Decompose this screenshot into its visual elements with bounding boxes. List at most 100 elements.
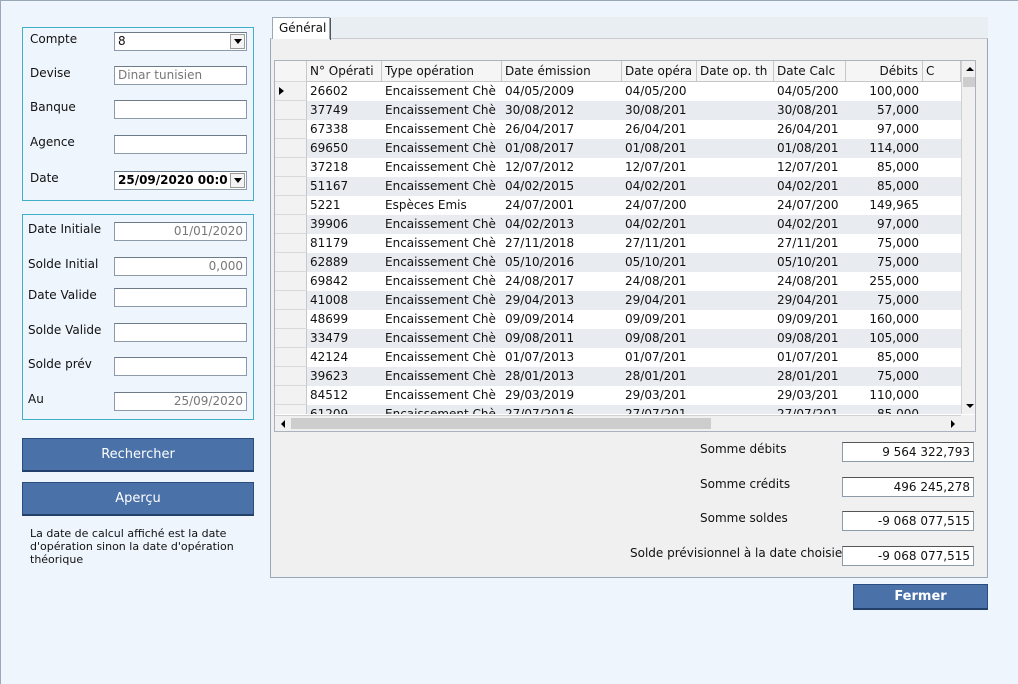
scroll-down-arrow[interactable] bbox=[962, 398, 975, 413]
solde-valide-field[interactable] bbox=[114, 323, 247, 342]
date-label: Date bbox=[30, 171, 59, 185]
chevron-down-icon[interactable] bbox=[230, 173, 245, 188]
cell-date-operation: 24/07/200 bbox=[622, 196, 697, 215]
table-row[interactable]: 26602 Encaissement Chè 04/05/2009 04/05/200… bbox=[275, 82, 961, 101]
cell-date-calc: 04/05/200 bbox=[774, 82, 846, 101]
cell-date-calc: 29/03/201 bbox=[774, 386, 846, 405]
cell-type-operation: Espèces Emis bbox=[382, 196, 502, 215]
row-header[interactable] bbox=[275, 291, 307, 310]
header-col-debits[interactable]: Débits bbox=[846, 61, 923, 82]
banque-label: Banque bbox=[30, 100, 76, 114]
grid-header: N° Opérati Type opération Date émission Dat… bbox=[275, 61, 961, 82]
date-valide-field[interactable] bbox=[114, 288, 247, 307]
row-header[interactable] bbox=[275, 386, 307, 405]
balances-panel: Date Initiale 01/01/2020 Solde Initial 0… bbox=[22, 214, 254, 420]
banque-field[interactable] bbox=[114, 100, 247, 119]
preview-button[interactable]: Aperçu bbox=[22, 482, 254, 516]
header-col-date-op-theorique[interactable]: Date op. th bbox=[697, 61, 774, 82]
cell-num-operation: 48699 bbox=[307, 310, 382, 329]
table-row[interactable]: 69842 Encaissement Chè 24/08/2017 24/08/201… bbox=[275, 272, 961, 291]
cell-credits bbox=[923, 310, 961, 329]
cell-date-op-theorique bbox=[697, 348, 774, 367]
table-row[interactable]: 33479 Encaissement Chè 09/08/2011 09/08/201… bbox=[275, 329, 961, 348]
cell-num-operation: 33479 bbox=[307, 329, 382, 348]
header-col-num-operation[interactable]: N° Opérati bbox=[307, 61, 382, 82]
table-row[interactable]: 41008 Encaissement Chè 29/04/2013 29/04/201… bbox=[275, 291, 961, 310]
cell-date-op-theorique bbox=[697, 158, 774, 177]
chevron-down-icon[interactable] bbox=[230, 34, 245, 49]
row-header[interactable] bbox=[275, 234, 307, 253]
header-col-credits[interactable]: C bbox=[923, 61, 961, 82]
row-header[interactable] bbox=[275, 329, 307, 348]
cell-date-operation: 27/07/201 bbox=[622, 405, 697, 414]
row-header[interactable] bbox=[275, 310, 307, 329]
date-initiale-field[interactable]: 01/01/2020 bbox=[114, 222, 247, 241]
table-row[interactable]: 51167 Encaissement Chè 04/02/2015 04/02/201… bbox=[275, 177, 961, 196]
table-row[interactable]: 62889 Encaissement Chè 05/10/2016 05/10/201… bbox=[275, 253, 961, 272]
somme-soldes-field[interactable]: -9 068 077,515 bbox=[842, 511, 974, 531]
row-header[interactable] bbox=[275, 196, 307, 215]
row-header[interactable] bbox=[275, 120, 307, 139]
devise-field[interactable]: Dinar tunisien bbox=[114, 66, 247, 85]
search-button[interactable]: Rechercher bbox=[22, 438, 254, 472]
table-row[interactable]: 37749 Encaissement Chè 30/08/2012 30/08/201… bbox=[275, 101, 961, 120]
header-col-date-emission[interactable]: Date émission bbox=[502, 61, 622, 82]
solde-initial-label: Solde Initial bbox=[28, 257, 99, 271]
somme-credits-field[interactable]: 496 245,278 bbox=[842, 477, 974, 497]
cell-date-op-theorique bbox=[697, 329, 774, 348]
header-col-date-operation[interactable]: Date opéra bbox=[622, 61, 697, 82]
row-header[interactable] bbox=[275, 139, 307, 158]
solde-initial-field[interactable]: 0,000 bbox=[114, 257, 247, 276]
scroll-left-arrow[interactable] bbox=[275, 416, 290, 431]
table-row[interactable]: 69650 Encaissement Chè 01/08/2017 01/08/201… bbox=[275, 139, 961, 158]
agence-label: Agence bbox=[30, 135, 75, 149]
grid-rows: 26602 Encaissement Chè 04/05/2009 04/05/200… bbox=[275, 82, 961, 414]
horizontal-scrollbar[interactable] bbox=[275, 415, 961, 431]
cell-debits: 75,000 bbox=[846, 253, 923, 272]
table-row[interactable]: 81179 Encaissement Chè 27/11/2018 27/11/201… bbox=[275, 234, 961, 253]
scroll-up-arrow[interactable] bbox=[962, 61, 975, 76]
row-header[interactable] bbox=[275, 272, 307, 291]
close-button[interactable]: Fermer bbox=[853, 584, 988, 610]
table-row[interactable]: 48699 Encaissement Chè 09/09/2014 09/09/201… bbox=[275, 310, 961, 329]
current-row-indicator[interactable] bbox=[275, 82, 307, 101]
cell-date-operation: 05/10/201 bbox=[622, 253, 697, 272]
cell-date-operation: 30/08/201 bbox=[622, 101, 697, 120]
row-header[interactable] bbox=[275, 177, 307, 196]
compte-select[interactable]: 8 bbox=[114, 32, 247, 51]
table-row[interactable]: 67338 Encaissement Chè 26/04/2017 26/04/201… bbox=[275, 120, 961, 139]
table-row[interactable]: 39906 Encaissement Chè 04/02/2013 04/02/201… bbox=[275, 215, 961, 234]
row-header[interactable] bbox=[275, 101, 307, 120]
table-row[interactable]: 61209 Encaissement Chè 27/07/2016 27/07/201… bbox=[275, 405, 961, 414]
table-row[interactable]: 37218 Encaissement Chè 12/07/2012 12/07/201… bbox=[275, 158, 961, 177]
vertical-scroll-thumb[interactable] bbox=[963, 77, 975, 87]
au-field[interactable]: 25/09/2020 bbox=[114, 392, 247, 411]
row-header[interactable] bbox=[275, 405, 307, 414]
date-picker[interactable]: 25/09/2020 00:0 bbox=[114, 171, 247, 190]
scroll-right-arrow[interactable] bbox=[945, 416, 960, 431]
solde-prev-field[interactable] bbox=[114, 357, 247, 376]
table-row[interactable]: 42124 Encaissement Chè 01/07/2013 01/07/201… bbox=[275, 348, 961, 367]
table-row[interactable]: 39623 Encaissement Chè 28/01/2013 28/01/201… bbox=[275, 367, 961, 386]
table-row[interactable]: 84512 Encaissement Chè 29/03/2019 29/03/201… bbox=[275, 386, 961, 405]
cell-date-operation: 28/01/201 bbox=[622, 367, 697, 386]
tab-general[interactable]: Général bbox=[272, 17, 331, 40]
row-header[interactable] bbox=[275, 367, 307, 386]
row-header[interactable] bbox=[275, 158, 307, 177]
row-header[interactable] bbox=[275, 215, 307, 234]
cell-date-op-theorique bbox=[697, 386, 774, 405]
header-col-date-calc[interactable]: Date Calc bbox=[774, 61, 846, 82]
header-col-type-operation[interactable]: Type opération bbox=[382, 61, 502, 82]
row-header[interactable] bbox=[275, 253, 307, 272]
solde-previsionnel-field[interactable]: -9 068 077,515 bbox=[842, 546, 974, 566]
cell-date-calc: 27/07/201 bbox=[774, 405, 846, 414]
agence-field[interactable] bbox=[114, 135, 247, 154]
row-header[interactable] bbox=[275, 348, 307, 367]
cell-type-operation: Encaissement Chè bbox=[382, 367, 502, 386]
vertical-scrollbar[interactable] bbox=[961, 61, 975, 414]
somme-debits-field[interactable]: 9 564 322,793 bbox=[842, 442, 974, 462]
horizontal-scroll-thumb[interactable] bbox=[291, 418, 711, 429]
cell-debits: 149,965 bbox=[846, 196, 923, 215]
somme-soldes-label: Somme soldes bbox=[700, 511, 788, 525]
table-row[interactable]: 5221 Espèces Emis 24/07/2001 24/07/200 24/07… bbox=[275, 196, 961, 215]
